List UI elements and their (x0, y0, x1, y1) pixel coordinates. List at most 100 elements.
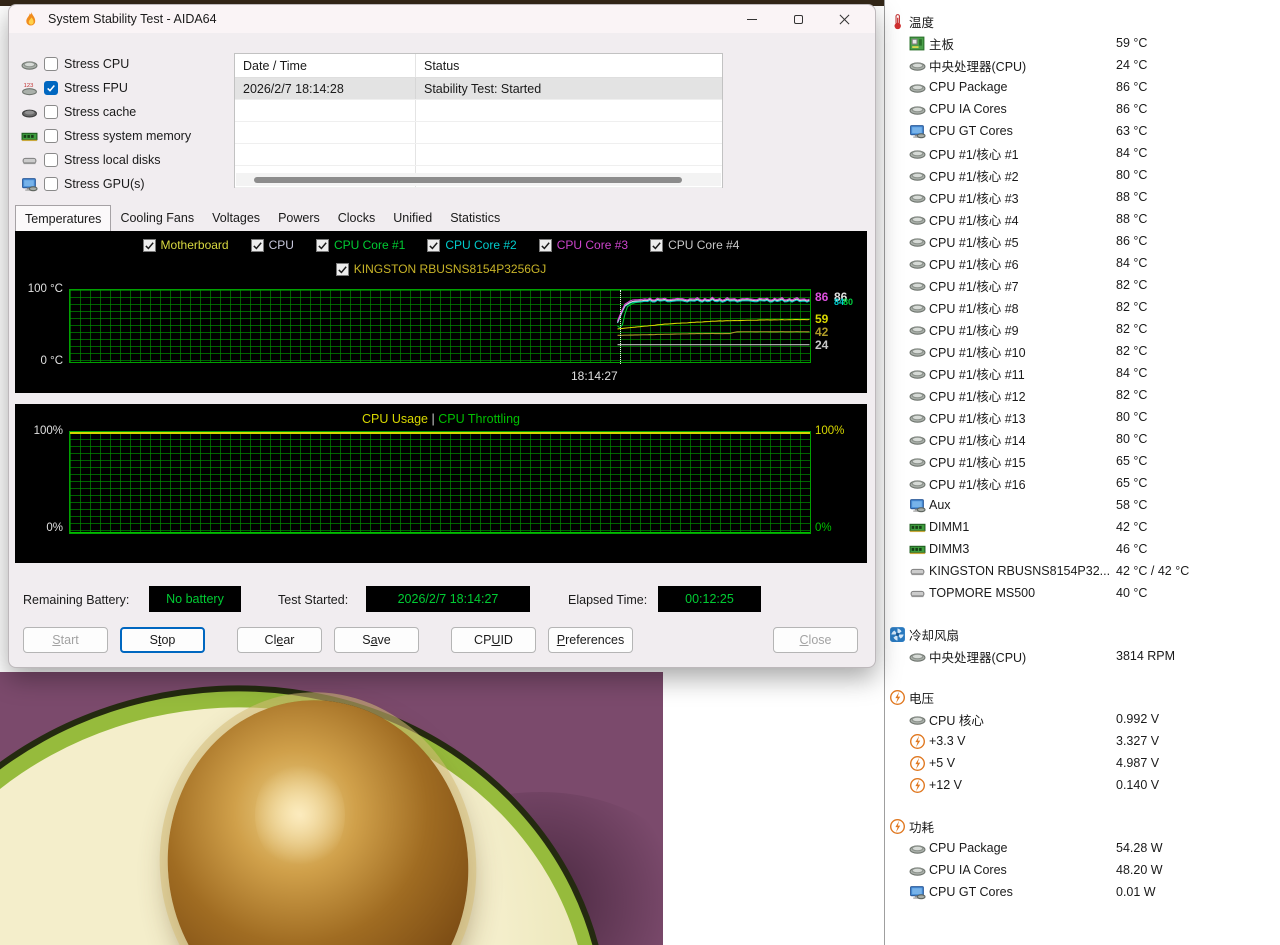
sensor-row: CPU Package86 °C (889, 76, 1280, 98)
legend-item-cpu-core-2[interactable]: CPU Core #2 (427, 238, 516, 252)
sensor-value: 48.20 W (1116, 863, 1163, 877)
close-button[interactable] (821, 5, 867, 33)
temp-current-value: 24 (815, 338, 828, 352)
clear-button[interactable]: Clear (237, 627, 322, 653)
cpuid-button[interactable]: CPUID (451, 627, 536, 653)
usage-right-bottom-label: 0% (815, 522, 832, 534)
tab-voltages[interactable]: Voltages (203, 207, 269, 231)
sensor-value: 24 °C (1116, 58, 1147, 72)
titlebar[interactable]: System Stability Test - AIDA64 (9, 5, 875, 33)
preferences-button[interactable]: Preferences (548, 627, 633, 653)
stress-option-stress-cpu[interactable]: Stress CPU (21, 52, 191, 76)
button-label: CPUID (474, 633, 513, 647)
sensor-section: 电压CPU 核心0.992 V+3.3 V3.327 V+5 V4.987 V+… (889, 686, 1280, 796)
stop-button[interactable]: Stop (120, 627, 205, 653)
tab-statistics[interactable]: Statistics (441, 207, 509, 231)
stress-option-stress-gpu-s-[interactable]: Stress GPU(s) (21, 172, 191, 196)
legend-checkbox[interactable] (316, 239, 329, 252)
stress-option-stress-fpu[interactable]: 123 Stress FPU (21, 76, 191, 100)
chip-icon (909, 167, 926, 184)
sensor-section-title: 电压 (909, 688, 934, 707)
legend-label: CPU Core #4 (668, 238, 739, 252)
tab-cooling-fans[interactable]: Cooling Fans (111, 207, 203, 231)
sensor-row: CPU Package54.28 W (889, 837, 1280, 859)
legend-checkbox[interactable] (427, 239, 440, 252)
stress-option-stress-cache[interactable]: Stress cache (21, 100, 191, 124)
sensor-label: CPU #1/核心 #13 (929, 408, 1026, 427)
legend-item-cpu-core-1[interactable]: CPU Core #1 (316, 238, 405, 252)
usage-plot-area (69, 431, 811, 534)
save-button[interactable]: Save (334, 627, 419, 653)
sensor-label: CPU #1/核心 #6 (929, 254, 1019, 273)
checkbox[interactable] (44, 129, 58, 143)
legend-checkbox[interactable] (143, 239, 156, 252)
log-row[interactable]: 2026/2/7 18:14:28Stability Test: Started (235, 78, 722, 100)
maximize-button[interactable] (775, 5, 821, 33)
legend-label: KINGSTON RBUSNS8154P3256GJ (354, 262, 547, 276)
stress-option-label: Stress system memory (64, 129, 191, 143)
legend-item-kingston-rbusns8154p3256gj[interactable]: KINGSTON RBUSNS8154P3256GJ (336, 262, 547, 276)
log-table-header: Date / Time Status (235, 54, 722, 78)
sensor-section-title: 功耗 (909, 817, 934, 836)
legend-item-cpu-core-3[interactable]: CPU Core #3 (539, 238, 628, 252)
sensor-label: CPU GT Cores (929, 885, 1013, 899)
window-title: System Stability Test - AIDA64 (48, 12, 217, 26)
sensor-value: 65 °C (1116, 476, 1147, 490)
ram-icon (909, 519, 926, 536)
tab-unified[interactable]: Unified (384, 207, 441, 231)
sensor-label: +5 V (929, 756, 955, 770)
legend-checkbox[interactable] (336, 263, 349, 276)
legend-checkbox[interactable] (650, 239, 663, 252)
legend-item-cpu-core-4[interactable]: CPU Core #4 (650, 238, 739, 252)
sensor-section-header: 电压 (889, 686, 1280, 708)
sensor-value: 63 °C (1116, 124, 1147, 138)
button-label: Save (362, 633, 391, 647)
tab-temperatures[interactable]: Temperatures (15, 205, 111, 231)
temp-series-motherboard (618, 319, 810, 328)
legend-label: CPU (269, 238, 294, 252)
sensor-row: CPU #1/核心 #1480 °C (889, 428, 1280, 450)
sensor-row: CPU #1/核心 #280 °C (889, 164, 1280, 186)
log-row-empty (235, 100, 722, 122)
event-log-table[interactable]: Date / Time Status 2026/2/7 18:14:28Stab… (234, 53, 723, 188)
chip-icon (909, 79, 926, 96)
sensor-row: CPU #1/核心 #1665 °C (889, 472, 1280, 494)
sensor-row: CPU IA Cores86 °C (889, 98, 1280, 120)
stress-option-stress-local-disks[interactable]: Stress local disks (21, 148, 191, 172)
legend-item-motherboard[interactable]: Motherboard (143, 238, 229, 252)
usage-title-left: CPU Usage (362, 412, 428, 426)
sensor-value: 86 °C (1116, 102, 1147, 116)
battery-value-box: No battery (149, 586, 241, 612)
checkbox[interactable] (44, 177, 58, 191)
checkbox[interactable] (44, 153, 58, 167)
sensor-label: CPU 核心 (929, 710, 984, 729)
usage-title-right: CPU Throttling (438, 412, 520, 426)
sensor-row: Aux58 °C (889, 494, 1280, 516)
temp-x-label: 18:14:27 (571, 369, 618, 383)
tab-powers[interactable]: Powers (269, 207, 329, 231)
sensor-label: DIMM1 (929, 520, 969, 534)
legend-checkbox[interactable] (539, 239, 552, 252)
fpu-icon: 123 (21, 80, 38, 97)
checkbox[interactable] (44, 81, 58, 95)
thermometer-icon (889, 13, 906, 30)
log-scrollbar-thumb[interactable] (254, 177, 682, 183)
checkbox[interactable] (44, 57, 58, 71)
chip-icon (909, 211, 926, 228)
tab-clocks[interactable]: Clocks (329, 207, 385, 231)
button-label: Close (800, 633, 832, 647)
legend-item-cpu[interactable]: CPU (251, 238, 294, 252)
minimize-button[interactable] (729, 5, 775, 33)
sensor-label: KINGSTON RBUSNS8154P32... (929, 564, 1110, 578)
log-horizontal-scrollbar[interactable] (236, 173, 721, 186)
stress-option-label: Stress FPU (64, 81, 128, 95)
checkbox[interactable] (44, 105, 58, 119)
legend-checkbox[interactable] (251, 239, 264, 252)
sensor-value: 82 °C (1116, 388, 1147, 402)
stress-option-stress-system-memory[interactable]: Stress system memory (21, 124, 191, 148)
minimize-icon (747, 19, 757, 20)
volt-icon (909, 755, 926, 772)
sensor-row: CPU IA Cores48.20 W (889, 859, 1280, 881)
sensor-section: 功耗CPU Package54.28 WCPU IA Cores48.20 W C… (889, 815, 1280, 903)
sensor-label: CPU #1/核心 #2 (929, 166, 1019, 185)
